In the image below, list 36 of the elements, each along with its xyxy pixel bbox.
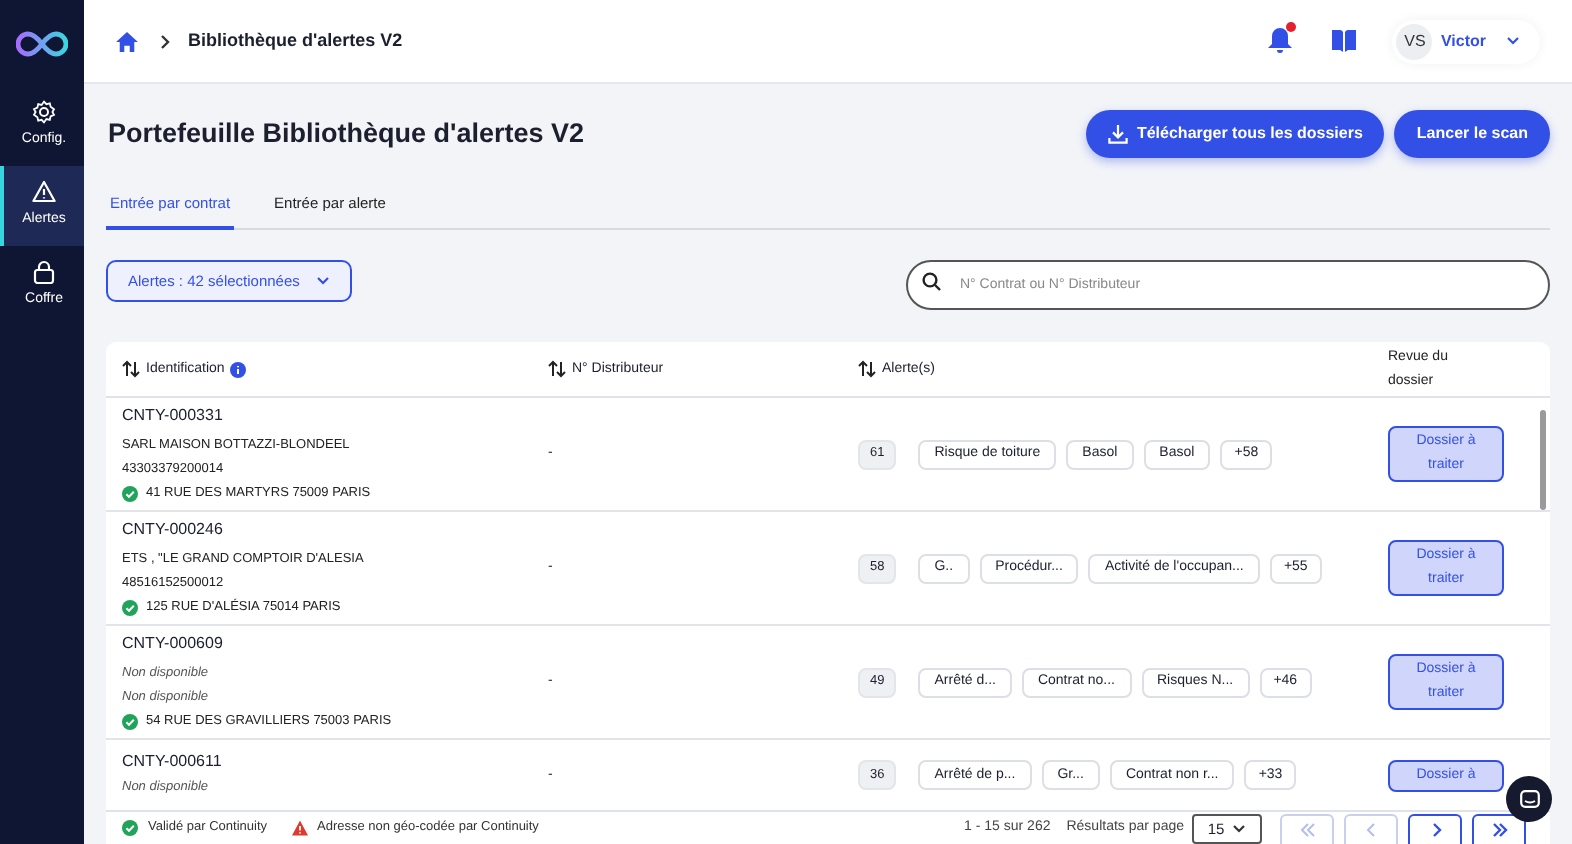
contract-id: CNTY-000611 — [122, 750, 224, 775]
sort-icon[interactable] — [858, 360, 876, 379]
home-icon[interactable] — [116, 31, 138, 51]
next-page-button[interactable] — [1408, 814, 1462, 844]
chevron-down-icon — [1232, 824, 1247, 834]
warning-icon — [291, 820, 307, 836]
logo-icon — [16, 30, 68, 58]
chevron-down-icon — [1506, 36, 1520, 46]
page-title: Portefeuille Bibliothèque d'alertes V2 — [106, 115, 585, 152]
contract-id: CNTY-000246 — [122, 517, 225, 542]
lock-icon — [32, 260, 56, 285]
contract-id: CNTY-000331 — [122, 403, 225, 428]
chevron-left-icon — [1361, 822, 1381, 838]
contract-id: CNTY-000609 — [122, 631, 225, 656]
user-menu[interactable]: VS Victor — [1392, 19, 1540, 63]
check-circle-icon — [122, 713, 138, 730]
check-circle-icon — [122, 599, 138, 616]
scan-button[interactable]: Lancer le scan — [1394, 110, 1550, 158]
sort-icon[interactable] — [122, 360, 140, 379]
last-page-icon — [1489, 822, 1509, 838]
book-icon[interactable] — [1332, 30, 1357, 52]
breadcrumb-current: Bibliothèque d'alertes V2 — [188, 27, 403, 54]
download-icon — [1108, 124, 1129, 144]
scrollbar[interactable] — [1540, 410, 1546, 511]
first-page-icon — [1297, 822, 1317, 838]
warning-icon — [32, 180, 56, 205]
check-circle-icon — [122, 820, 138, 836]
sort-icon[interactable] — [548, 360, 566, 379]
search-icon — [922, 272, 942, 293]
chevron-down-icon — [315, 276, 330, 287]
gear-icon — [32, 100, 56, 125]
download-button[interactable]: Télécharger tous les dossiers — [1086, 110, 1385, 158]
chat-icon — [1519, 790, 1539, 808]
check-circle-icon — [122, 485, 138, 502]
bell-icon[interactable] — [1268, 28, 1293, 54]
chevron-icon — [160, 33, 170, 49]
